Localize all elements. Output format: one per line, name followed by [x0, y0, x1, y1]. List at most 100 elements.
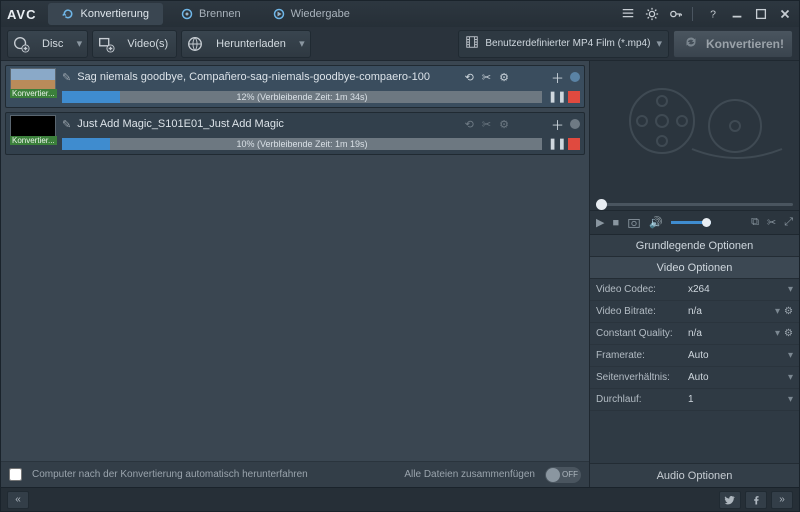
merge-toggle[interactable]: OFF: [545, 467, 581, 483]
option-row[interactable]: Video Bitrate: n/a ▾ ⚙: [590, 301, 799, 323]
chevron-down-icon[interactable]: ▾: [788, 372, 793, 383]
player-stop-button[interactable]: ■: [612, 217, 619, 229]
tab-burn[interactable]: Brennen: [167, 3, 255, 25]
gear-icon[interactable]: ⚙: [784, 328, 793, 339]
output-format-selector[interactable]: Benutzerdefinierter MP4 Film (*.mp4) ▾: [458, 30, 669, 58]
list-item[interactable]: Konvertier... ✎ Just Add Magic_S101E01_J…: [5, 112, 585, 155]
minimize-icon[interactable]: [729, 6, 745, 22]
refresh-icon: [62, 8, 74, 20]
option-label: Seitenverhältnis:: [596, 372, 684, 383]
chevron-down-icon[interactable]: ▾: [775, 306, 780, 317]
option-row[interactable]: Video Codec: x264 ▾: [590, 279, 799, 301]
film-reel-graphic: [607, 81, 787, 171]
trim-icon[interactable]: ✂: [767, 216, 776, 229]
video-add-icon: [93, 31, 119, 57]
edit-icon[interactable]: ✎: [62, 118, 71, 131]
merge-toggle-state: OFF: [562, 470, 578, 479]
option-value: x264: [688, 284, 784, 295]
progress-bar: 10% (Verbleibende Zeit: 1m 19s): [62, 138, 542, 150]
progress-bar: 12% (Verbleibende Zeit: 1m 34s): [62, 91, 542, 103]
basic-options-header[interactable]: Grundlegende Optionen: [590, 235, 799, 257]
item-title: Sag niemals goodbye, Compañero-sag-niema…: [77, 71, 458, 83]
expand-right-icon[interactable]: »: [771, 491, 793, 509]
loop-icon[interactable]: ⟲: [465, 71, 474, 84]
merge-label: Alle Dateien zusammenfügen: [404, 469, 535, 480]
gear-icon[interactable]: ⚙: [784, 306, 793, 317]
stop-button[interactable]: [568, 91, 580, 103]
volume-slider[interactable]: [671, 221, 711, 224]
add-videos-button[interactable]: Video(s): [92, 30, 177, 58]
add-disc-button[interactable]: Disc ▾: [7, 30, 88, 58]
status-dot: [570, 72, 580, 82]
tools-icon[interactable]: ⚙: [499, 118, 509, 131]
chevron-down-icon: ▾: [656, 37, 662, 50]
progress-text: 12% (Verbleibende Zeit: 1m 34s): [62, 91, 542, 103]
option-row[interactable]: Framerate: Auto ▾: [590, 345, 799, 367]
shutdown-label: Computer nach der Konvertierung automati…: [32, 469, 308, 480]
maximize-icon[interactable]: [753, 6, 769, 22]
tab-convert-label: Konvertierung: [80, 8, 149, 20]
option-row[interactable]: Durchlauf: 1 ▾: [590, 389, 799, 411]
download-button[interactable]: Herunterladen ▾: [181, 30, 311, 58]
convert-button[interactable]: Konvertieren!: [673, 30, 793, 58]
thumbnail[interactable]: Konvertier...: [10, 115, 56, 145]
tools-icon[interactable]: ⚙: [499, 71, 509, 84]
key-icon[interactable]: [668, 6, 684, 22]
pause-button[interactable]: ❚❚: [548, 137, 562, 150]
item-title: Just Add Magic_S101E01_Just Add Magic: [77, 118, 458, 130]
progress-text: 10% (Verbleibende Zeit: 1m 19s): [62, 138, 542, 150]
convert-icon: [682, 33, 700, 54]
status-tag: Konvertier...: [10, 89, 57, 98]
add-icon[interactable]: ＋: [551, 68, 564, 87]
output-format-label: Benutzerdefinierter MP4 Film (*.mp4): [485, 38, 650, 49]
add-icon[interactable]: ＋: [551, 115, 564, 134]
chevron-down-icon[interactable]: ▾: [788, 394, 793, 405]
snapshot-button[interactable]: [627, 216, 641, 230]
video-options-header[interactable]: Video Optionen: [590, 257, 799, 279]
timeline-track[interactable]: [596, 203, 793, 206]
option-label: Framerate:: [596, 350, 684, 361]
edit-icon[interactable]: ✎: [62, 71, 71, 84]
volume-icon[interactable]: 🔊: [649, 216, 663, 229]
audio-options-header[interactable]: Audio Optionen: [590, 463, 799, 487]
facebook-icon[interactable]: [745, 491, 767, 509]
chevron-down-icon[interactable]: ▾: [788, 284, 793, 295]
play-icon: [273, 8, 285, 20]
option-label: Video Codec:: [596, 284, 684, 295]
chevron-down-icon: ▾: [71, 37, 87, 50]
film-icon: [465, 35, 479, 52]
timeline-knob[interactable]: [596, 199, 607, 210]
cut-icon[interactable]: ✂: [482, 118, 491, 131]
disc-add-icon: [8, 31, 34, 57]
loop-icon[interactable]: ⟲: [465, 118, 474, 131]
tab-play[interactable]: Wiedergabe: [259, 3, 364, 25]
cut-icon[interactable]: ✂: [482, 71, 491, 84]
chevron-down-icon[interactable]: ▾: [788, 350, 793, 361]
player-play-button[interactable]: ▶: [596, 216, 604, 229]
collapse-left-icon[interactable]: «: [7, 491, 29, 509]
twitter-icon[interactable]: [719, 491, 741, 509]
option-row[interactable]: Seitenverhältnis: Auto ▾: [590, 367, 799, 389]
settings-icon[interactable]: [644, 6, 660, 22]
list-icon[interactable]: [620, 6, 636, 22]
link-icon[interactable]: ⧉: [751, 216, 759, 229]
help-icon[interactable]: ?: [705, 6, 721, 22]
divider: [692, 7, 693, 21]
tab-play-label: Wiedergabe: [291, 8, 350, 20]
tab-convert[interactable]: Konvertierung: [48, 3, 163, 25]
pause-button[interactable]: ❚❚: [548, 90, 562, 103]
close-icon[interactable]: [777, 6, 793, 22]
app-logo: AVC: [7, 7, 36, 22]
download-label: Herunterladen: [208, 38, 294, 50]
expand-icon[interactable]: ⤢: [784, 216, 793, 229]
thumbnail[interactable]: Konvertier...: [10, 68, 56, 98]
stop-button[interactable]: [568, 138, 580, 150]
preview-panel: [590, 61, 799, 211]
convert-button-label: Konvertieren!: [706, 37, 784, 51]
chevron-down-icon[interactable]: ▾: [775, 328, 780, 339]
list-item[interactable]: Konvertier... ✎ Sag niemals goodbye, Com…: [5, 65, 585, 108]
status-dot: [570, 119, 580, 129]
shutdown-checkbox[interactable]: [9, 468, 22, 481]
option-value: n/a: [688, 328, 771, 339]
option-row[interactable]: Constant Quality: n/a ▾ ⚙: [590, 323, 799, 345]
